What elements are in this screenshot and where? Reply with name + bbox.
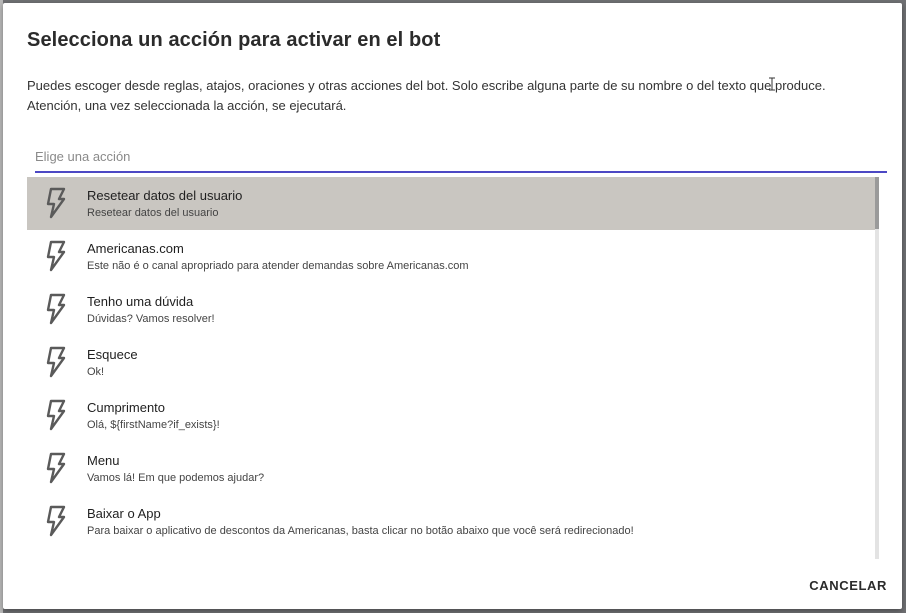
action-label: Baixar o App: [87, 506, 161, 521]
action-subtext: Vamos lá! Em que podemos ajudar?: [87, 472, 265, 484]
action-label: Americanas.com: [87, 241, 184, 256]
action-list-item[interactable]: Menu Vamos lá! Em que podemos ajudar?: [27, 442, 875, 495]
action-label: Tenho uma dúvida: [87, 294, 194, 309]
search-input[interactable]: [35, 143, 887, 169]
action-subtext: Resetear datos del usuario: [87, 207, 219, 219]
cancel-button[interactable]: CANCELAR: [809, 574, 887, 597]
lightning-icon: [46, 505, 66, 537]
action-subtext: Olá, ${firstName?if_exists}!: [87, 419, 220, 431]
action-label: Esquece: [87, 347, 138, 362]
lightning-icon: [46, 346, 66, 378]
description-line-2: Atención, una vez seleccionada la acción…: [27, 98, 347, 113]
lightning-icon: [46, 452, 66, 484]
lightning-icon: [46, 187, 66, 219]
lightning-icon: [46, 399, 66, 431]
text-cursor-icon: [769, 77, 775, 91]
dialog-title: Selecciona un acción para activar en el …: [27, 29, 441, 51]
action-list-item[interactable]: Tenho uma dúvida Dúvidas? Vamos resolver…: [27, 283, 875, 336]
select-action-dialog: Selecciona un acción para activar en el …: [3, 3, 902, 609]
action-subtext: Para baixar o aplicativo de descontos da…: [87, 525, 634, 537]
action-list-item[interactable]: Resetear datos del usuario Resetear dato…: [27, 177, 875, 230]
action-label: Resetear datos del usuario: [87, 188, 243, 203]
action-list-item[interactable]: Baixar o App Para baixar o aplicativo de…: [27, 495, 875, 548]
description-line-1: Puedes escoger desde reglas, atajos, ora…: [27, 78, 826, 93]
list-scrollbar[interactable]: [875, 177, 879, 559]
action-subtext: Este não é o canal apropriado para atend…: [87, 260, 469, 272]
action-list: Resetear datos del usuario Resetear dato…: [27, 177, 875, 559]
action-subtext: Ok!: [87, 366, 105, 378]
action-list-item[interactable]: Esquece Ok!: [27, 336, 875, 389]
search-field: [35, 143, 887, 173]
action-subtext: Dúvidas? Vamos resolver!: [87, 313, 215, 325]
action-label: Cumprimento: [87, 400, 166, 415]
dialog-description: Puedes escoger desde reglas, atajos, ora…: [27, 76, 877, 116]
lightning-icon: [46, 240, 66, 272]
lightning-icon: [46, 293, 66, 325]
action-label: Menu: [87, 453, 120, 468]
action-list-item[interactable]: Americanas.com Este não é o canal apropr…: [27, 230, 875, 283]
scrollbar-thumb[interactable]: [875, 177, 879, 229]
action-list-item[interactable]: Cumprimento Olá, ${firstName?if_exists}!: [27, 389, 875, 442]
